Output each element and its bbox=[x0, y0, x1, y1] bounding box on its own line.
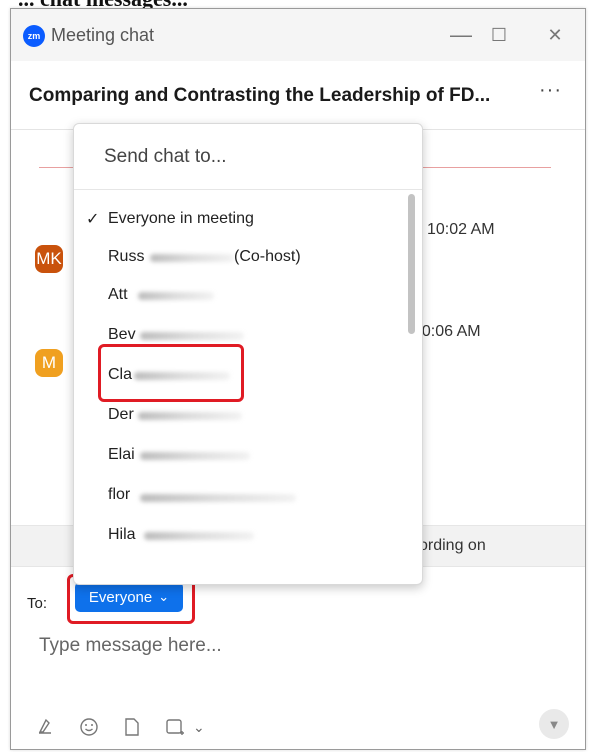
dropdown-scrollbar[interactable] bbox=[408, 194, 415, 334]
highlight-box-recipient bbox=[98, 344, 244, 402]
to-label: To: bbox=[27, 595, 48, 612]
redacted-name bbox=[140, 452, 250, 460]
recipient-option-label: Hila bbox=[108, 526, 136, 543]
recipient-option-label: flor bbox=[108, 486, 131, 503]
message-timestamp: 10:06 AM bbox=[413, 323, 481, 340]
meeting-title: Comparing and Contrasting the Leadership… bbox=[29, 85, 491, 106]
recipient-option-label: Elai bbox=[108, 446, 135, 463]
recipient-option[interactable]: Att bbox=[74, 276, 404, 314]
maximize-button[interactable]: ☐ bbox=[483, 19, 515, 51]
chevron-down-icon[interactable]: ⌄ bbox=[193, 719, 205, 736]
recipient-option-label: Der bbox=[108, 406, 134, 423]
recipient-option[interactable]: flor bbox=[74, 476, 404, 514]
screenshot-icon[interactable] bbox=[165, 717, 187, 742]
redacted-name bbox=[150, 254, 234, 262]
chat-header: Comparing and Contrasting the Leadership… bbox=[11, 61, 585, 130]
avatar: M bbox=[35, 349, 63, 377]
window-title: Meeting chat bbox=[51, 25, 155, 45]
more-options-icon[interactable]: ··· bbox=[539, 79, 562, 102]
title-bar: zm Meeting chat — ☐ ✕ bbox=[11, 9, 585, 61]
recipient-option-label: Att bbox=[108, 286, 128, 303]
redacted-name bbox=[140, 494, 296, 502]
recipient-option-everyone[interactable]: ✓ Everyone in meeting bbox=[74, 200, 404, 238]
redacted-name bbox=[144, 532, 254, 540]
meeting-chat-window: zm Meeting chat — ☐ ✕ Comparing and Cont… bbox=[10, 8, 586, 750]
emoji-icon[interactable] bbox=[79, 717, 99, 742]
format-icon[interactable] bbox=[37, 717, 55, 740]
send-chat-to-dropdown: Send chat to... ✓ Everyone in meeting Ru… bbox=[73, 123, 423, 585]
redacted-name bbox=[138, 412, 242, 420]
checkmark-icon: ✓ bbox=[86, 211, 100, 228]
recipient-option-label: Everyone in meeting bbox=[108, 210, 254, 227]
minimize-button[interactable]: — bbox=[445, 19, 477, 51]
message-input[interactable]: Type message here... bbox=[39, 635, 222, 657]
recipient-option[interactable]: Russ (Co-host) bbox=[74, 238, 404, 276]
recipient-option[interactable]: Elai bbox=[74, 436, 404, 474]
avatar: MK bbox=[35, 245, 63, 273]
recipient-option-label: Russ bbox=[108, 248, 145, 265]
recipient-option-label: Bev bbox=[108, 326, 136, 343]
send-icon[interactable]: ▼ bbox=[539, 709, 569, 739]
recipient-option[interactable]: Hila bbox=[74, 516, 404, 554]
redacted-name bbox=[140, 332, 244, 340]
dropdown-header: Send chat to... bbox=[104, 146, 227, 167]
message-timestamp: 10:02 AM bbox=[427, 221, 495, 238]
close-button[interactable]: ✕ bbox=[539, 19, 571, 51]
zoom-logo-icon: zm bbox=[23, 25, 45, 47]
file-icon[interactable] bbox=[123, 717, 141, 742]
co-host-tag: (Co-host) bbox=[234, 248, 301, 265]
dropdown-divider bbox=[74, 189, 422, 190]
redacted-name bbox=[138, 292, 214, 300]
